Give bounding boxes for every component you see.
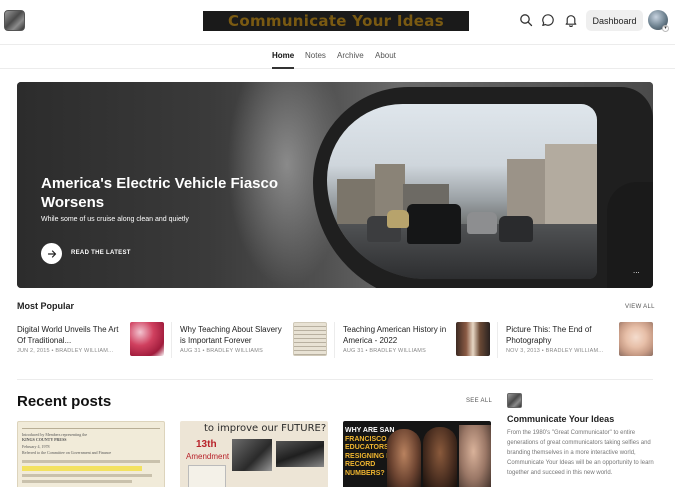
popular-post[interactable]: Digital World Unveils The Art Of Traditi… xyxy=(17,322,167,358)
publication-logo[interactable] xyxy=(4,10,25,31)
document-text: February 4, 1978 xyxy=(22,444,50,449)
see-all-link[interactable]: SEE ALL xyxy=(466,398,492,404)
poster-line: RECORD xyxy=(345,461,376,468)
hero-post[interactable]: America's Electric Vehicle Fiasco Worsen… xyxy=(17,82,653,288)
handwritten-text: 13th xyxy=(196,439,217,450)
popular-post-title[interactable]: Why Teaching About Slavery is Important … xyxy=(180,324,288,346)
recent-post-card[interactable]: to improve our FUTURE? 13th Amendment xyxy=(180,421,328,487)
most-popular-title: Most Popular xyxy=(17,301,75,311)
publication-title-banner[interactable]: Communicate Your Ideas xyxy=(203,11,469,31)
person-photo xyxy=(387,429,421,487)
car-body xyxy=(607,182,653,288)
note-clipping xyxy=(188,465,226,487)
popular-post[interactable]: Why Teaching About Slavery is Important … xyxy=(180,322,330,358)
recent-post-card[interactable]: Introduced by Members representing the K… xyxy=(17,421,165,487)
divider xyxy=(497,322,498,358)
poster-line: NUMBERS? xyxy=(345,469,385,477)
handwritten-text: Amendment xyxy=(186,452,230,461)
popular-post[interactable]: Picture This: The End of Photography NOV… xyxy=(506,322,656,358)
divider xyxy=(334,322,335,358)
sidebar-description: From the 1980's "Great Communicator" to … xyxy=(507,430,654,476)
hero-subtitle: While some of us cruise along clean and … xyxy=(41,216,189,223)
popular-post-title[interactable]: Teaching American History in America - 2… xyxy=(343,324,451,346)
publication-nav: Home Notes Archive About xyxy=(0,44,675,69)
bell-icon[interactable] xyxy=(564,13,578,27)
popular-post-meta: AUG 31 • BRADLEY WILLIAMS xyxy=(343,348,426,354)
dashboard-button[interactable]: Dashboard xyxy=(586,10,643,31)
publication-title[interactable]: Communicate Your Ideas xyxy=(228,12,444,30)
popular-post-title[interactable]: Digital World Unveils The Art Of Traditi… xyxy=(17,324,125,346)
tab-home[interactable]: Home xyxy=(272,51,294,60)
publication-logo-small[interactable] xyxy=(507,393,522,408)
popular-post-thumbnail[interactable] xyxy=(130,322,164,356)
side-mirror-reflection xyxy=(327,104,597,279)
document-text: Referred to the Committee on Government … xyxy=(22,450,112,455)
tab-notes[interactable]: Notes xyxy=(305,51,326,60)
poster-line: EDUCATORS xyxy=(345,444,389,451)
person-photo xyxy=(423,427,457,487)
tab-about[interactable]: About xyxy=(375,51,396,60)
poster-line: FRANCISCO xyxy=(345,435,387,443)
person-photo xyxy=(459,425,491,487)
poster-line: WHY ARE SAN xyxy=(345,427,395,434)
active-tab-indicator xyxy=(272,67,294,69)
poster-line: RESIGNING IN xyxy=(345,452,394,460)
recent-post-card[interactable]: WHY ARE SAN FRANCISCO EDUCATORS RESIGNIN… xyxy=(343,421,491,487)
popular-post-thumbnail[interactable] xyxy=(456,322,490,356)
read-latest-label[interactable]: READ THE LATEST xyxy=(71,250,131,256)
photo-clipping xyxy=(276,441,324,467)
popular-post-title[interactable]: Picture This: The End of Photography xyxy=(506,324,614,346)
more-options-icon[interactable]: ... xyxy=(633,266,640,275)
popular-post-thumbnail[interactable] xyxy=(293,322,327,356)
arrow-right-icon xyxy=(47,249,56,258)
chevron-down-icon[interactable]: ▾ xyxy=(662,25,669,32)
sidebar-publication-title[interactable]: Communicate Your Ideas xyxy=(507,414,614,424)
popular-post-meta: JUN 2, 2015 • BRADLEY WILLIAM... xyxy=(17,348,114,354)
popular-post-thumbnail[interactable] xyxy=(619,322,653,356)
photo-clipping xyxy=(232,439,272,471)
section-divider xyxy=(17,379,653,380)
hero-title[interactable]: America's Electric Vehicle Fiasco Worsen… xyxy=(41,174,311,212)
tab-archive[interactable]: Archive xyxy=(337,51,364,60)
divider xyxy=(171,322,172,358)
recent-posts-title: Recent posts xyxy=(17,393,112,410)
popular-post[interactable]: Teaching American History in America - 2… xyxy=(343,322,493,358)
chat-icon[interactable] xyxy=(541,13,555,27)
view-all-link[interactable]: VIEW ALL xyxy=(625,304,655,310)
popular-post-meta: NOV 3, 2013 • BRADLEY WILLIAM... xyxy=(506,348,604,354)
read-latest-button[interactable] xyxy=(41,243,62,264)
popular-post-meta: AUG 31 • BRADLEY WILLIAMS xyxy=(180,348,263,354)
search-icon[interactable] xyxy=(519,13,533,27)
site-header: Communicate Your Ideas Dashboard ▾ xyxy=(0,0,675,44)
handwritten-text: to improve our FUTURE? xyxy=(204,423,327,434)
document-text: KINGS COUNTY PRESS xyxy=(22,437,67,442)
